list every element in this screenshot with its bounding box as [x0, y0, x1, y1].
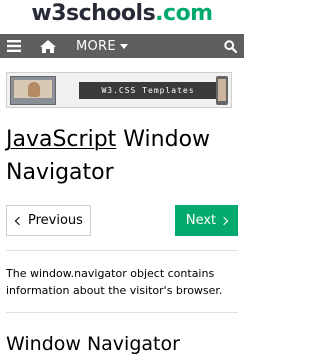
- more-label: MORE: [76, 38, 116, 54]
- site-header: w3schools.com: [0, 0, 244, 30]
- section-heading: Window Navigator: [6, 333, 180, 355]
- page-title: JavaScript Window Navigator: [6, 123, 240, 189]
- phone-thumbnail-image: [216, 76, 228, 105]
- banner-label: W3.CSS Templates: [79, 82, 217, 99]
- intro-paragraph: The window.navigator object contains inf…: [6, 267, 223, 297]
- divider: [6, 312, 238, 313]
- chevron-left-icon: [14, 216, 24, 225]
- more-menu-button[interactable]: MORE: [70, 34, 128, 58]
- w3schools-logo[interactable]: w3schools.com: [31, 1, 213, 27]
- previous-label: Previous: [28, 213, 83, 228]
- search-button[interactable]: [220, 34, 240, 58]
- caret-down-icon: [119, 44, 128, 49]
- search-icon: [223, 39, 237, 53]
- top-navigation-bar: MORE: [0, 34, 244, 58]
- divider: [6, 250, 238, 251]
- javascript-title-link[interactable]: JavaScript: [6, 127, 116, 152]
- home-button[interactable]: [26, 34, 70, 58]
- menu-button[interactable]: [0, 34, 26, 58]
- hamburger-menu-icon: [7, 40, 21, 52]
- next-button[interactable]: Next: [175, 205, 238, 236]
- logo-name: w3schools: [31, 1, 156, 26]
- chevron-right-icon: [219, 216, 229, 225]
- home-icon: [40, 39, 56, 53]
- laptop-thumbnail-image: [10, 76, 56, 105]
- templates-advertisement-banner[interactable]: W3.CSS Templates: [6, 72, 232, 108]
- logo-domain: .com: [155, 1, 213, 26]
- previous-button[interactable]: Previous: [6, 205, 91, 236]
- next-label: Next: [185, 213, 217, 228]
